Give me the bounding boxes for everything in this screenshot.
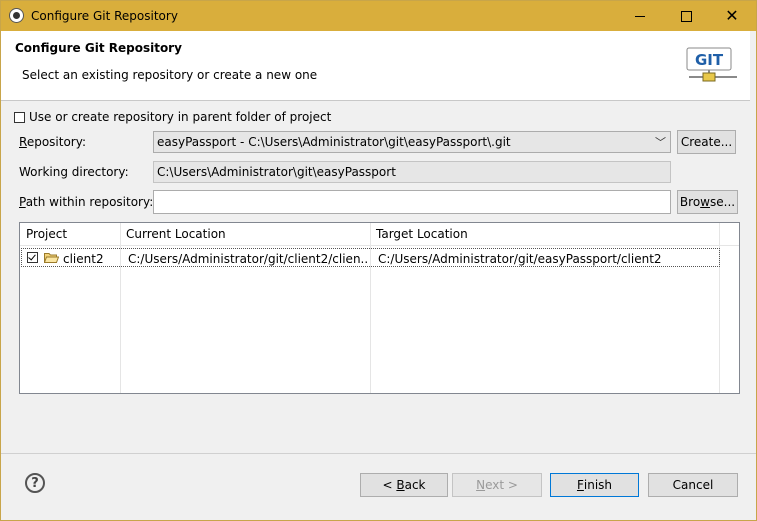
title-bar[interactable]: Configure Git Repository ✕ <box>1 1 756 31</box>
path-within-repository-input[interactable] <box>153 190 671 214</box>
use-parent-option[interactable]: Use or create repository in parent folde… <box>14 110 331 124</box>
git-logo-icon: GIT <box>686 47 737 82</box>
cancel-button[interactable]: Cancel <box>648 473 738 497</box>
path-within-repository-label: Path within repository: <box>19 195 154 209</box>
wizard-header: Configure Git Repository Select an exist… <box>1 31 750 101</box>
chevron-down-icon: ﹀ <box>655 136 666 149</box>
maximize-icon <box>680 10 692 22</box>
footer-divider <box>1 453 756 454</box>
close-button[interactable]: ✕ <box>709 1 755 31</box>
repository-select[interactable]: easyPassport - C:\Users\Administrator\gi… <box>153 131 671 153</box>
column-header-current-location[interactable]: Current Location <box>120 223 370 245</box>
create-button[interactable]: Create... <box>677 130 736 154</box>
row-target-location: C:/Users/Administrator/git/easyPassport/… <box>378 252 662 266</box>
git-logo-text: GIT <box>695 51 724 69</box>
window-title: Configure Git Repository <box>31 9 178 23</box>
use-parent-label: Use or create repository in parent folde… <box>29 110 332 124</box>
row-checkbox[interactable] <box>27 252 38 263</box>
open-folder-icon <box>44 253 59 263</box>
table-row[interactable]: client2 C:/Users/Administrator/git/clien… <box>21 248 720 267</box>
browse-button[interactable]: Bro w se... <box>677 190 738 214</box>
use-parent-checkbox[interactable] <box>14 111 25 123</box>
column-header-project[interactable]: Project <box>20 223 120 245</box>
working-directory-value: C:\Users\Administrator\git\easyPassport <box>157 165 396 179</box>
repository-label: Repository: <box>19 135 86 149</box>
eclipse-app-icon <box>9 8 24 23</box>
help-icon[interactable]: ? <box>25 473 45 493</box>
close-icon: ✕ <box>725 6 739 25</box>
column-header-target-location[interactable]: Target Location <box>370 223 719 245</box>
maximize-button[interactable] <box>663 1 709 31</box>
header-divider <box>20 245 739 246</box>
next-button[interactable]: Next > <box>452 473 542 497</box>
working-directory-label: Working directory: <box>19 165 129 179</box>
minimize-icon <box>635 15 645 17</box>
repository-value: easyPassport - C:\Users\Administrator\gi… <box>157 135 511 149</box>
finish-button[interactable]: Finish <box>550 473 639 497</box>
dialog-window: Configure Git Repository ✕ Configure Git… <box>0 0 757 521</box>
row-current-location: C:/Users/Administrator/git/client2/clien… <box>128 252 368 266</box>
working-directory-field: C:\Users\Administrator\git\easyPassport <box>153 161 671 183</box>
minimize-button[interactable] <box>617 1 663 31</box>
project-table[interactable]: Project Current Location Target Location… <box>19 222 740 394</box>
back-button[interactable]: < Back <box>360 473 448 497</box>
page-title: Configure Git Repository <box>15 41 182 55</box>
row-project: client2 <box>63 252 104 266</box>
page-description: Select an existing repository or create … <box>22 68 318 82</box>
